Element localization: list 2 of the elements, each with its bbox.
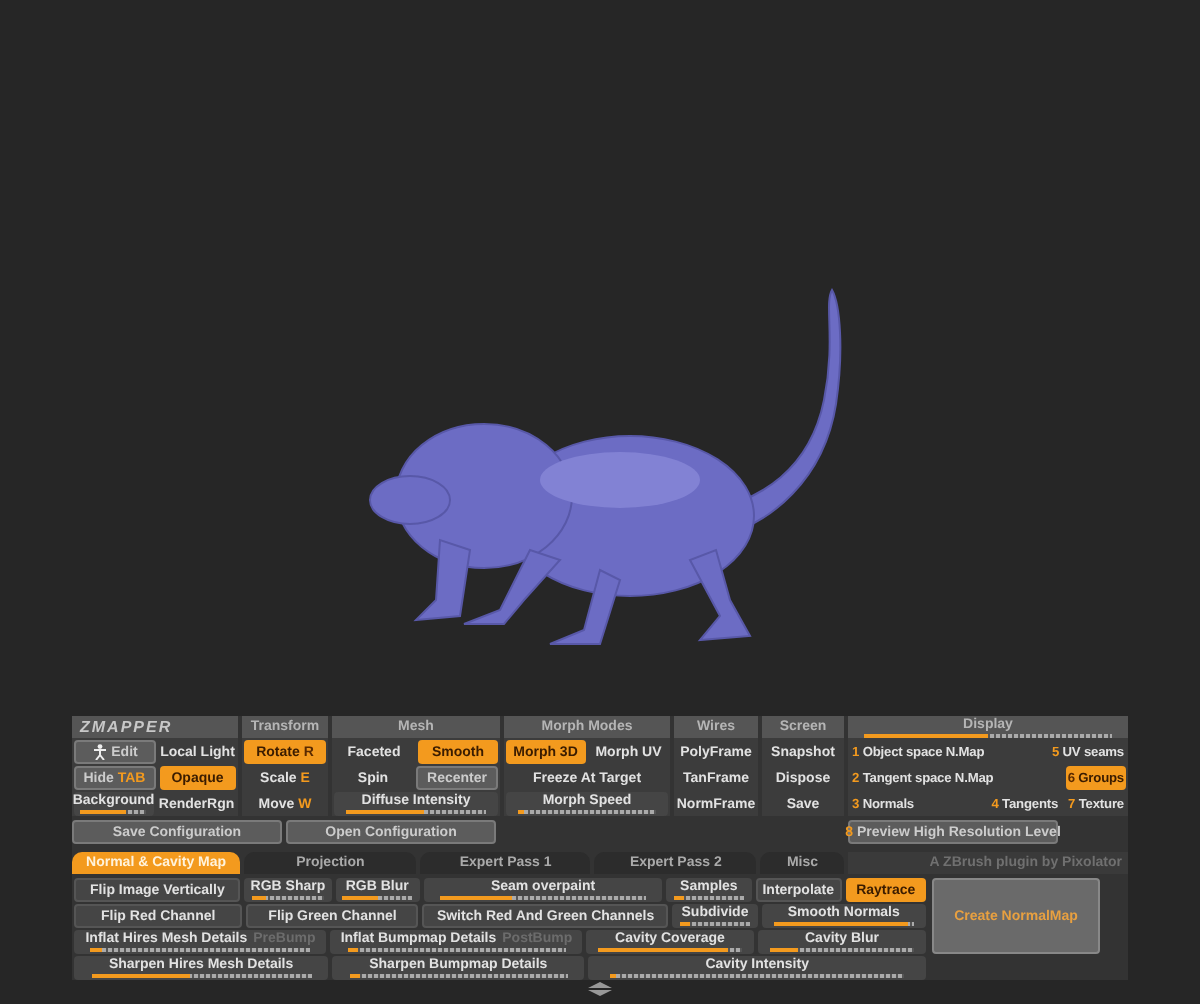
figure-icon (91, 744, 108, 760)
zmapper-logo: ZMAPPER (72, 716, 238, 738)
